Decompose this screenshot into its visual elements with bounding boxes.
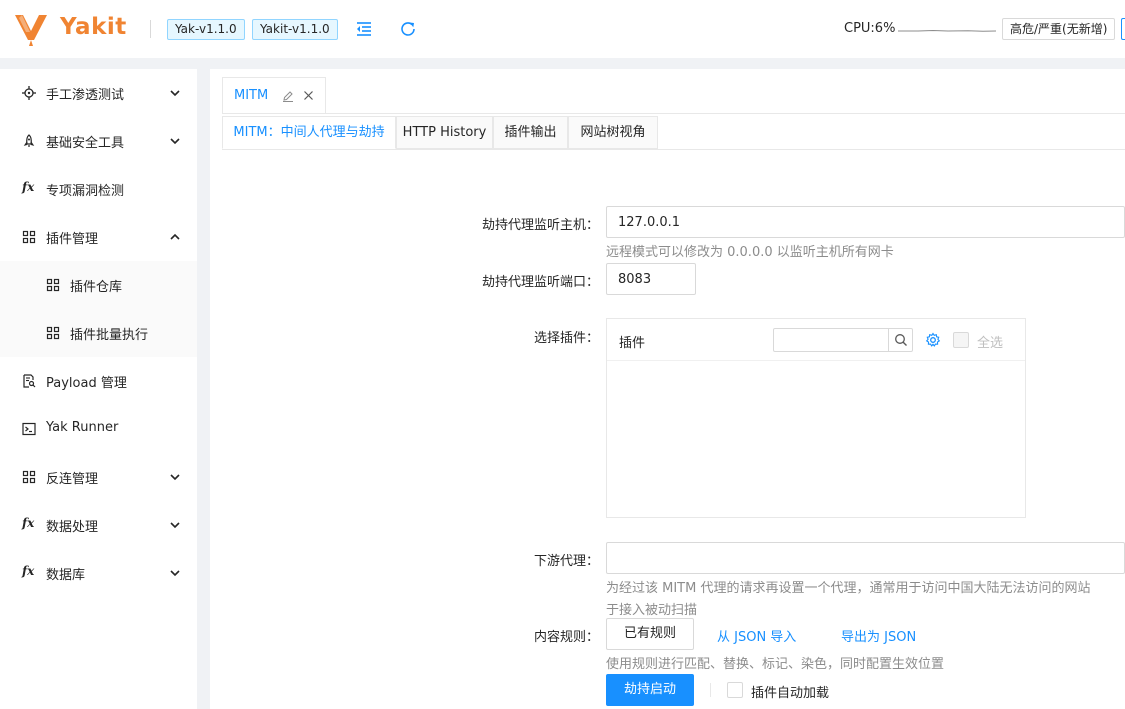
sidebar-item-label: 反连管理 xyxy=(46,472,99,487)
close-icon[interactable] xyxy=(303,90,314,101)
sidebar-item-label: Yak Runner xyxy=(46,420,119,435)
downstream-help-line-1: 为经过该 MITM 代理的请求再设置一个代理，通常用于访问中国大陆无法访问的网站 xyxy=(606,581,1091,596)
content-rules-label: 内容规则： xyxy=(533,630,599,645)
cpu-usage: CPU:6% xyxy=(844,21,896,36)
reload-icon[interactable] xyxy=(397,18,419,40)
sidebar: 手工渗透测试 基础安全工具 fx 专项漏洞检测 插件管理 插件仓库 插件批量执行… xyxy=(0,69,197,709)
downstream-help-line-2: 于接入被动扫描 xyxy=(606,603,698,618)
action-divider xyxy=(710,683,711,697)
file-search-icon xyxy=(23,374,36,388)
fx-icon: fx xyxy=(22,516,35,530)
host-label: 劫持代理监听主机： xyxy=(481,218,599,233)
host-input[interactable] xyxy=(606,206,1125,238)
downstream-proxy-input[interactable] xyxy=(606,542,1125,574)
select-all-label: 全选 xyxy=(977,336,1004,351)
sidebar-item-label: Payload 管理 xyxy=(46,376,127,391)
yak-version-tag[interactable]: Yak-v1.1.0 xyxy=(167,19,245,40)
chevron-down-icon xyxy=(170,474,180,481)
page-tab-divider xyxy=(222,113,1125,114)
appstore-icon xyxy=(22,230,36,244)
sidebar-item-label: 插件批量执行 xyxy=(70,328,149,343)
export-json-link[interactable]: 导出为 JSON xyxy=(841,626,916,645)
sidebar-item-data-processing[interactable]: fx 数据处理 xyxy=(0,501,197,549)
chevron-down-icon xyxy=(170,522,180,529)
rocket-icon xyxy=(23,134,35,147)
existing-rules-button[interactable]: 已有规则 xyxy=(606,618,694,650)
plugin-search-button[interactable] xyxy=(888,328,913,352)
search-icon xyxy=(895,334,907,346)
plugin-selector-header: 插件 全选 xyxy=(607,319,1025,361)
chevron-down-icon xyxy=(170,570,180,577)
sidebar-item-label: 数据处理 xyxy=(46,520,99,535)
sidebar-item-label: 基础安全工具 xyxy=(46,136,125,151)
content-rules-help: 使用规则进行匹配、替换、标记、染色，同时配置生效位置 xyxy=(606,657,945,672)
sidebar-item-label: 手工渗透测试 xyxy=(46,88,125,103)
header-divider xyxy=(150,20,151,38)
tab-http-history[interactable]: HTTP History xyxy=(396,116,493,149)
plugin-selector: 插件 全选 xyxy=(606,318,1026,518)
sidebar-item-plugin-manage[interactable]: 插件管理 xyxy=(0,213,197,261)
cpu-sparkline xyxy=(898,29,996,32)
app-brand: Yakit xyxy=(60,14,127,40)
port-input[interactable] xyxy=(606,263,696,295)
sidebar-item-reverse-conn[interactable]: 反连管理 xyxy=(0,453,197,501)
auto-load-label: 插件自动加载 xyxy=(751,686,830,701)
header-edge-button[interactable] xyxy=(1121,18,1125,40)
terminal-icon xyxy=(22,422,36,436)
plugin-search-input[interactable] xyxy=(773,328,889,352)
tab-mitm-hijack[interactable]: MITM：中间人代理与劫持 xyxy=(222,116,396,149)
sidebar-item-manual-pentest[interactable]: 手工渗透测试 xyxy=(0,69,197,117)
page-tab-mitm[interactable]: MITM xyxy=(222,77,326,113)
sidebar-item-label: 插件仓库 xyxy=(70,280,123,295)
sidebar-item-basic-tools[interactable]: 基础安全工具 xyxy=(0,117,197,165)
import-json-link[interactable]: 从 JSON 导入 xyxy=(717,626,796,645)
appstore-icon xyxy=(22,470,36,484)
chevron-down-icon xyxy=(170,90,180,97)
sidebar-subitem-plugin-batch[interactable]: 插件批量执行 xyxy=(0,309,197,357)
plugin-selector-title: 插件 xyxy=(619,336,646,351)
risk-status-button[interactable]: 高危/严重(无新增) xyxy=(1002,18,1116,40)
menu-fold-icon[interactable] xyxy=(353,18,375,40)
sidebar-item-label: 专项漏洞检测 xyxy=(46,184,125,199)
sidebar-subitem-plugin-store[interactable]: 插件仓库 xyxy=(0,261,197,309)
sidebar-item-yak-runner[interactable]: Yak Runner xyxy=(0,405,197,453)
sidebar-item-payload[interactable]: Payload 管理 xyxy=(0,357,197,405)
port-label: 劫持代理监听端口： xyxy=(481,275,599,290)
tab-site-tree[interactable]: 网站树视角 xyxy=(568,116,658,149)
aim-icon xyxy=(22,86,36,100)
plugin-label: 选择插件： xyxy=(533,331,599,346)
tab-plugin-output[interactable]: 插件输出 xyxy=(493,116,568,149)
fx-icon: fx xyxy=(22,564,35,578)
main-content: MITM MITM：中间人代理与劫持 HTTP History 插件输出 网站树… xyxy=(210,69,1125,709)
fx-icon: fx xyxy=(22,180,35,194)
chevron-down-icon xyxy=(170,138,180,145)
app-header: Yakit Yak-v1.1.0 Yakit-v1.1.0 CPU:6% 高危/… xyxy=(0,0,1125,58)
gear-icon[interactable] xyxy=(925,332,941,348)
sidebar-item-label: 数据库 xyxy=(46,568,86,583)
appstore-icon xyxy=(46,278,60,292)
sidebar-item-label: 插件管理 xyxy=(46,232,99,247)
yakit-version-tag[interactable]: Yakit-v1.1.0 xyxy=(252,19,338,40)
page-tab-label: MITM xyxy=(234,88,269,103)
chevron-up-icon xyxy=(170,233,180,240)
auto-load-checkbox[interactable] xyxy=(727,682,743,698)
yakit-logo-icon xyxy=(15,15,47,46)
host-help: 远程模式可以修改为 0.0.0.0 以监听主机所有网卡 xyxy=(606,245,894,260)
sidebar-item-database[interactable]: fx 数据库 xyxy=(0,549,197,597)
sidebar-item-special-vuln[interactable]: fx 专项漏洞检测 xyxy=(0,165,197,213)
start-hijack-button[interactable]: 劫持启动 xyxy=(606,674,694,706)
edit-icon[interactable] xyxy=(282,90,294,102)
downstream-proxy-label: 下游代理： xyxy=(533,554,599,569)
subtab-divider xyxy=(222,149,1125,150)
select-all-checkbox[interactable] xyxy=(953,332,969,348)
appstore-icon xyxy=(46,326,60,340)
